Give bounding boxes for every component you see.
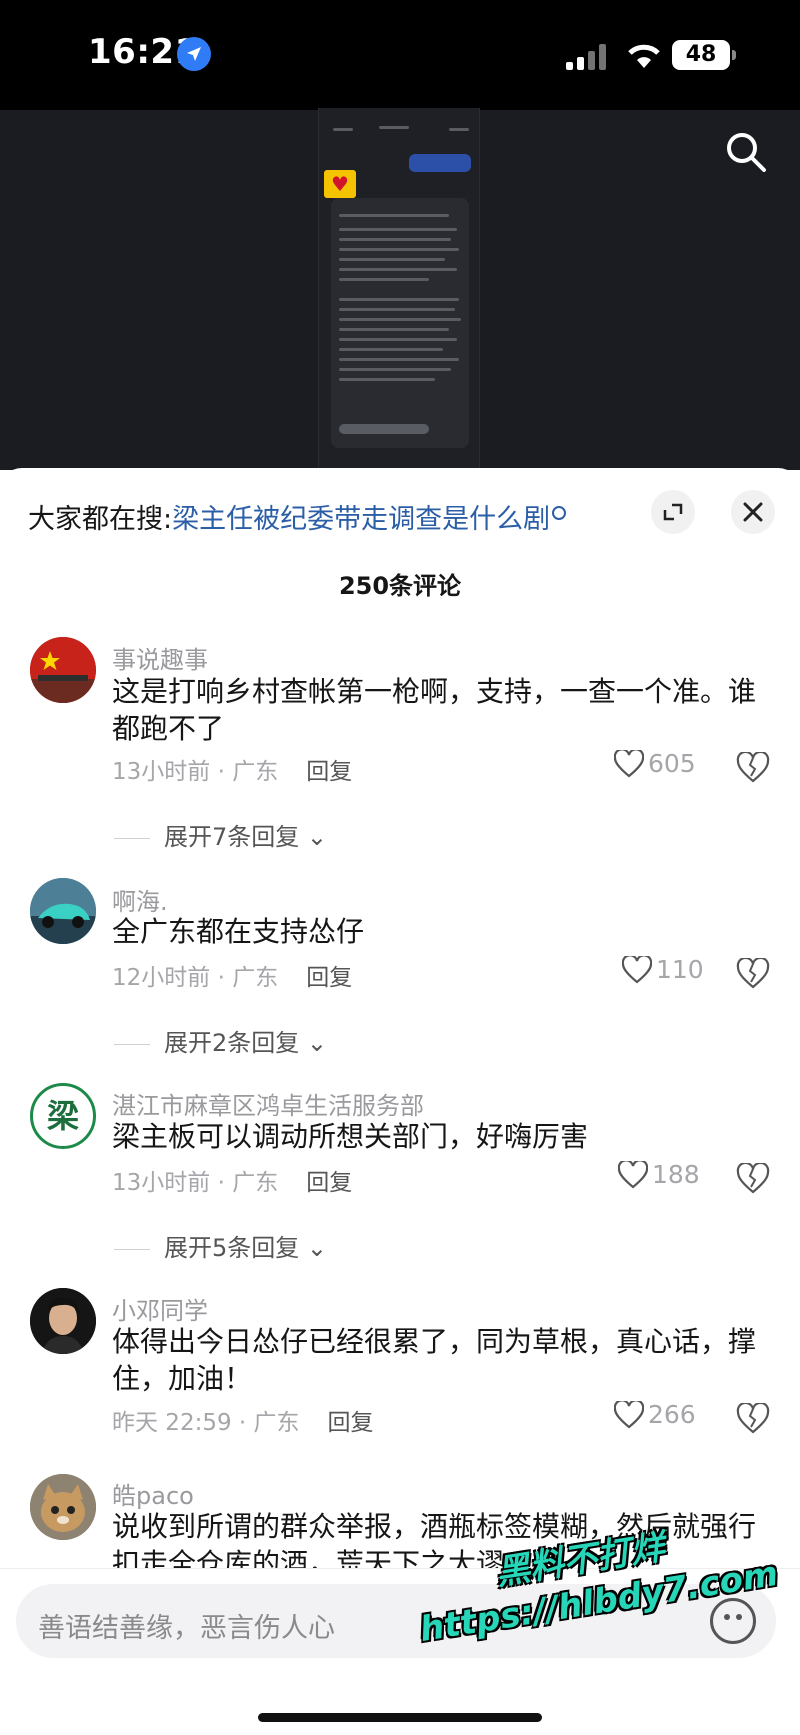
expand-replies-button[interactable]: 展开7条回复 ⌄ xyxy=(112,817,327,852)
avatar[interactable] xyxy=(30,1288,96,1354)
expand-replies-button[interactable]: 展开5条回复 ⌄ xyxy=(112,1228,327,1263)
cellular-signal-icon xyxy=(566,44,610,70)
comment-meta: 13小时前 · 广东 回复 xyxy=(112,752,352,786)
comment-text: 全广东都在支持怂仔 xyxy=(112,915,365,948)
comment-meta: 昨天 22:59 · 广东 回复 xyxy=(112,1403,374,1437)
location-arrow-icon xyxy=(177,37,211,71)
comment-username[interactable]: 皓paco xyxy=(112,1476,194,1511)
like-count: 188 xyxy=(652,1160,700,1189)
heart-icon: ♥ xyxy=(324,170,356,198)
comment-text: 体得出今日怂仔已经很累了，同为草根，真心话，撑住，加油！ xyxy=(112,1325,757,1395)
like-button[interactable]: 266 xyxy=(613,1399,696,1429)
trending-label: 大家都在搜: xyxy=(28,504,173,535)
chevron-down-icon: ⌄ xyxy=(306,823,328,851)
reply-button[interactable]: 回复 xyxy=(328,1410,374,1436)
comment-username[interactable]: 事说趣事 xyxy=(112,640,208,675)
comment-username[interactable]: 啊海. xyxy=(112,882,168,917)
like-button[interactable]: 605 xyxy=(613,748,696,778)
reply-button[interactable]: 回复 xyxy=(306,965,352,991)
like-button[interactable]: 110 xyxy=(621,954,704,984)
expand-button[interactable] xyxy=(651,490,695,534)
comment-text: 梁主板可以调动所想关部门，好嗨厉害 xyxy=(112,1120,589,1153)
like-count: 605 xyxy=(648,749,696,778)
emoji-icon[interactable] xyxy=(710,1598,756,1644)
avatar[interactable] xyxy=(30,878,96,944)
search-icon xyxy=(552,506,567,520)
comment-username[interactable]: 湛江市麻章区鸿卓生活服务部 xyxy=(112,1086,424,1121)
expand-replies-label: 展开7条回复 xyxy=(164,823,300,851)
comment-username[interactable]: 小邓同学 xyxy=(112,1291,208,1326)
expand-replies-label: 展开5条回复 xyxy=(164,1234,300,1262)
video-phone-screenshot xyxy=(318,108,480,468)
comment-time: 昨天 22:59 · 广东 xyxy=(112,1410,300,1436)
avatar[interactable]: 梁 xyxy=(30,1083,96,1149)
expand-replies-label: 展开2条回复 xyxy=(164,1029,300,1057)
comment-meta: 13小时前 · 广东 回复 xyxy=(112,1163,352,1197)
expand-replies-button[interactable]: 展开2条回复 ⌄ xyxy=(112,1023,327,1058)
dislike-broken-heart-icon[interactable] xyxy=(736,1401,770,1435)
close-button[interactable] xyxy=(731,490,775,534)
comment-time: 13小时前 · 广东 xyxy=(112,1170,279,1196)
like-count: 266 xyxy=(648,1400,696,1429)
dislike-broken-heart-icon[interactable] xyxy=(736,956,770,990)
home-indicator[interactable] xyxy=(258,1713,542,1722)
dislike-broken-heart-icon[interactable] xyxy=(736,1161,770,1195)
trending-query-link[interactable]: 梁主任被纪委带走调查是什么剧 xyxy=(172,504,550,535)
comment-time: 12小时前 · 广东 xyxy=(112,965,279,991)
reply-button[interactable]: 回复 xyxy=(306,759,352,785)
chevron-down-icon: ⌄ xyxy=(306,1029,328,1057)
avatar[interactable] xyxy=(30,637,96,703)
battery-indicator: 48 xyxy=(672,40,736,70)
comment-count: 250条评论 xyxy=(338,572,462,600)
reply-button[interactable]: 回复 xyxy=(306,1170,352,1196)
dislike-broken-heart-icon[interactable] xyxy=(736,750,770,784)
search-icon[interactable] xyxy=(722,128,770,176)
comment-meta: 12小时前 · 广东 回复 xyxy=(112,958,352,992)
avatar[interactable] xyxy=(30,1474,96,1540)
comment-time: 13小时前 · 广东 xyxy=(112,759,279,785)
trending-search[interactable]: 大家都在搜:梁主任被纪委带走调查是什么剧 xyxy=(28,497,567,536)
like-button[interactable]: 188 xyxy=(617,1159,700,1189)
avatar-text: 梁 xyxy=(46,1097,79,1135)
status-bar: 16:21 48 xyxy=(0,0,800,110)
chevron-down-icon: ⌄ xyxy=(306,1234,328,1262)
wifi-icon xyxy=(624,38,664,70)
like-count: 110 xyxy=(656,955,704,984)
comment-text: 这是打响乡村查帐第一枪啊，支持，一查一个准。谁都跑不了 xyxy=(112,675,757,745)
